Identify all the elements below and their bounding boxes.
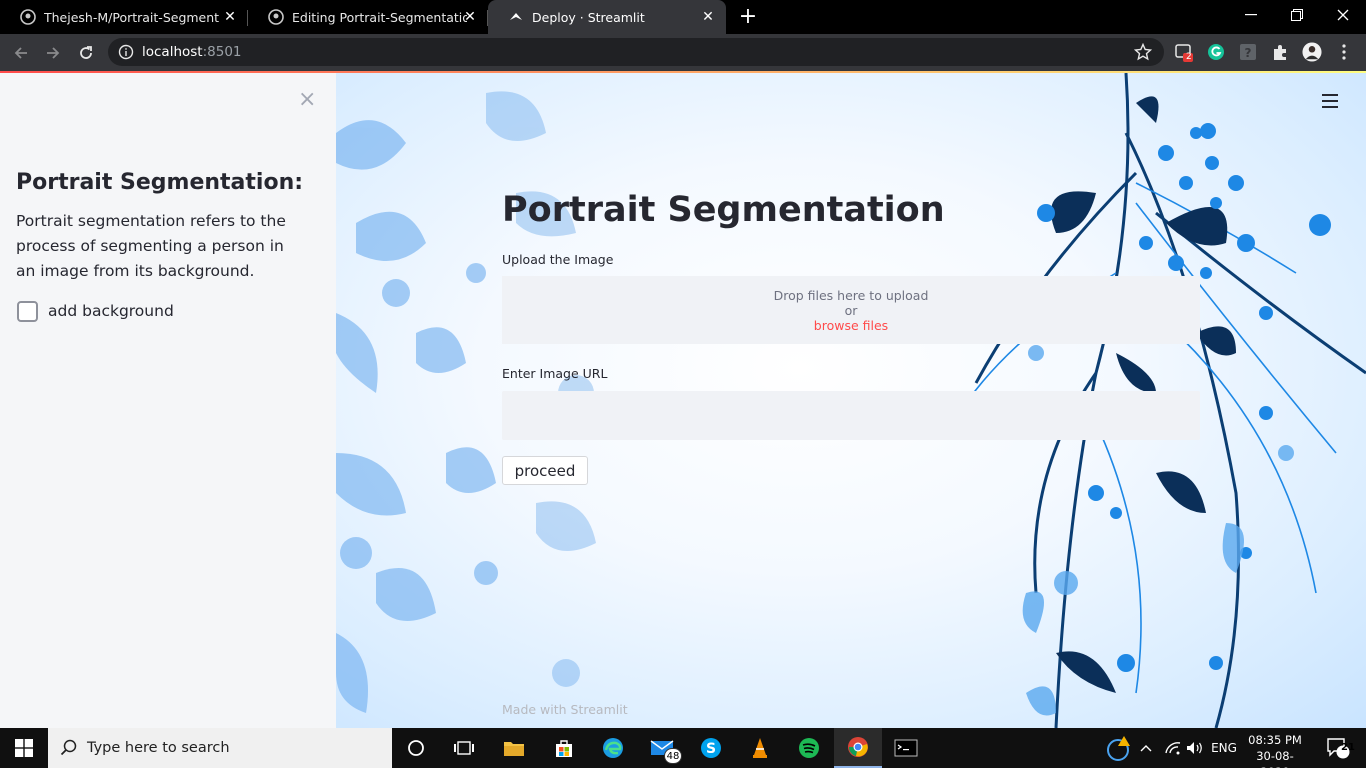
reload-button[interactable] [73, 40, 99, 66]
tab-title: Deploy · Streamlit [532, 9, 645, 25]
dropzone-or: or [844, 303, 858, 318]
search-icon [60, 739, 78, 757]
search-placeholder: Type here to search [87, 740, 230, 756]
back-button[interactable] [8, 40, 34, 66]
vlc-icon[interactable] [736, 728, 784, 768]
page-title: Portrait Segmentation [502, 190, 945, 230]
svg-text:?: ? [1245, 46, 1252, 60]
clock-time: 08:35 PM [1248, 733, 1302, 747]
task-view-icon[interactable] [440, 728, 488, 768]
clock-date: 30-08-2020 [1256, 749, 1294, 768]
browse-files-link[interactable]: browse files [502, 318, 1200, 333]
close-tab-icon[interactable]: ✕ [462, 9, 478, 25]
cortana-icon[interactable] [392, 728, 440, 768]
terminal-icon[interactable] [882, 728, 930, 768]
wifi-icon[interactable] [1162, 728, 1184, 768]
site-info-icon[interactable] [118, 44, 134, 60]
image-url-input[interactable] [502, 391, 1200, 440]
browser-toolbar: localhost:8501 2 ? [0, 34, 1366, 71]
windows-start-button[interactable] [0, 728, 48, 768]
close-sidebar-icon[interactable]: × [298, 89, 316, 111]
url-host: localhost [142, 44, 203, 60]
warning-notification-icon[interactable] [1102, 728, 1134, 768]
close-tab-icon[interactable]: ✕ [700, 9, 716, 25]
hamburger-menu-icon[interactable] [1322, 93, 1338, 108]
tab-title: Thejesh-M/Portrait-Segmentation [44, 9, 219, 25]
edge-browser-icon[interactable] [589, 728, 637, 768]
tab-title: Editing Portrait-Segmentation/RE [292, 9, 467, 25]
proceed-button[interactable]: proceed [502, 456, 588, 485]
volume-icon[interactable] [1184, 728, 1206, 768]
extensions-puzzle-icon[interactable] [1270, 42, 1290, 62]
add-background-checkbox[interactable] [17, 301, 38, 322]
file-explorer-icon[interactable] [490, 728, 538, 768]
streamlit-icon [508, 9, 524, 25]
address-bar[interactable]: localhost:8501 [108, 38, 1164, 66]
mail-icon[interactable]: 48 [638, 728, 686, 768]
chrome-menu-icon[interactable] [1334, 42, 1354, 62]
windows-taskbar: Type here to search 48 S ENG 08:35 PM 30… [0, 728, 1366, 768]
add-background-label[interactable]: add background [48, 302, 174, 320]
github-icon [20, 9, 36, 25]
sidebar-description: Portrait segmentation refers to the proc… [16, 212, 286, 280]
skype-icon[interactable]: S [687, 728, 735, 768]
chrome-taskbar-icon[interactable] [834, 728, 882, 768]
windows-logo-icon [15, 739, 33, 757]
close-tab-icon[interactable]: ✕ [222, 9, 238, 25]
restore-button[interactable] [1274, 0, 1320, 30]
taskbar-search-box[interactable]: Type here to search [48, 728, 392, 768]
forward-button[interactable] [40, 40, 66, 66]
url-text: localhost:8501 [142, 44, 242, 60]
url-label: Enter Image URL [502, 366, 608, 381]
main-content: Portrait Segmentation Upload the Image D… [336, 73, 1366, 728]
sidebar: × Portrait Segmentation: Portrait segmen… [0, 73, 336, 728]
sidebar-title: Portrait Segmentation: [16, 170, 304, 195]
system-clock[interactable]: 08:35 PM 30-08-2020 [1242, 732, 1308, 768]
forward-arrow-icon [47, 47, 60, 59]
grammarly-icon[interactable] [1206, 42, 1226, 62]
minimize-button[interactable] [1228, 0, 1274, 30]
svg-text:S: S [706, 741, 716, 757]
extension-screen-icon[interactable]: 2 [1174, 42, 1194, 62]
url-port: :8501 [202, 44, 242, 60]
spotify-icon[interactable] [785, 728, 833, 768]
upload-label: Upload the Image [502, 252, 614, 267]
language-indicator[interactable]: ENG [1208, 728, 1240, 768]
close-window-button[interactable] [1320, 0, 1366, 30]
mail-badge: 48 [664, 748, 682, 764]
made-with-streamlit-footer[interactable]: Made with Streamlit [502, 702, 628, 717]
notification-count: 21 [1341, 742, 1355, 753]
browser-tab-strip: Thejesh-M/Portrait-Segmentation ✕ Editin… [0, 0, 1366, 34]
browser-tab-3[interactable]: Deploy · Streamlit ✕ [488, 0, 726, 34]
show-hidden-icons-chevron-icon[interactable] [1138, 728, 1154, 768]
browser-tab-2[interactable]: Editing Portrait-Segmentation/RE ✕ [248, 0, 488, 34]
dropzone-hint: Drop files here to upload [773, 288, 929, 303]
microsoft-store-icon[interactable] [540, 728, 588, 768]
github-icon [268, 9, 284, 25]
reload-icon [80, 46, 92, 59]
back-arrow-icon [14, 47, 27, 59]
new-tab-button[interactable]: + [737, 6, 759, 28]
profile-avatar[interactable] [1302, 42, 1322, 62]
extension-badge: 2 [1186, 52, 1192, 62]
action-center-icon[interactable]: 21 [1318, 728, 1358, 768]
browser-tab-1[interactable]: Thejesh-M/Portrait-Segmentation ✕ [0, 0, 248, 34]
file-dropzone[interactable]: Drop files here to upload or browse file… [502, 276, 1200, 344]
bookmark-star-icon[interactable] [1133, 42, 1153, 61]
help-extension-icon[interactable]: ? [1238, 42, 1258, 62]
